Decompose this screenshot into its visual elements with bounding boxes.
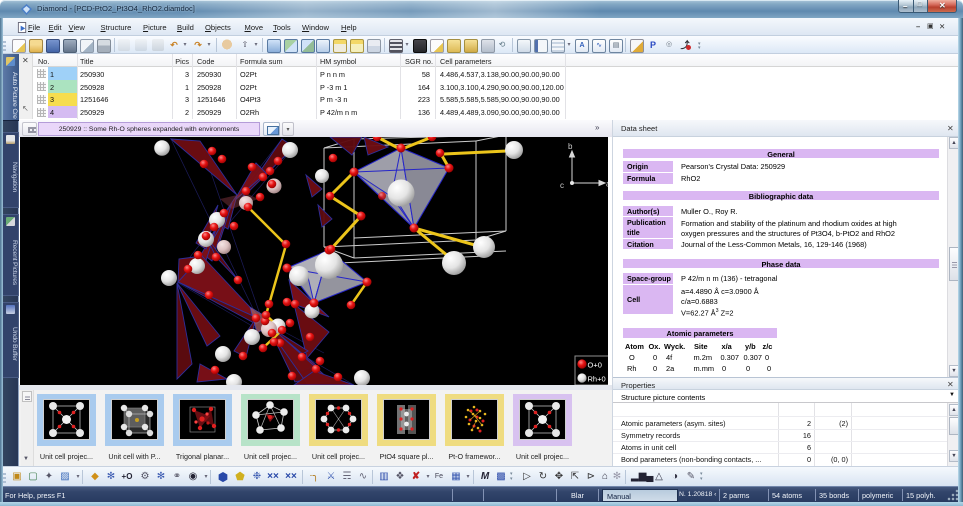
svg-text:a: a [606,180,608,189]
svg-text:O+0: O+0 [588,361,602,370]
svg-text:b: b [568,142,573,151]
svg-text:c: c [560,181,564,190]
svg-text:Rh+0: Rh+0 [588,375,606,384]
